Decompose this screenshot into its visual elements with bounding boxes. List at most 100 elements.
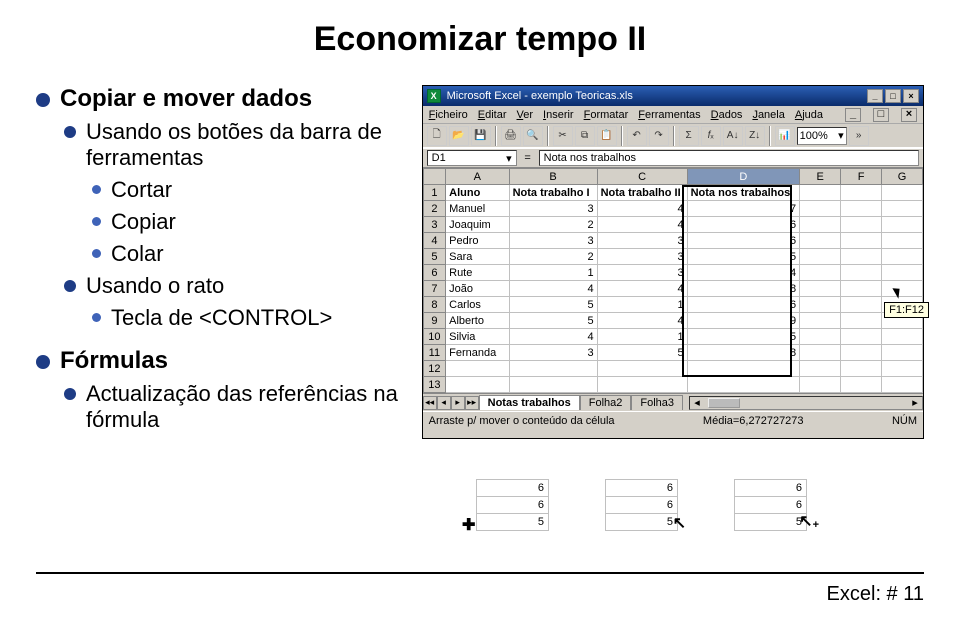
window-titlebar[interactable]: Microsoft Excel - exemplo Teoricas.xls _…: [423, 86, 923, 106]
cell[interactable]: [687, 361, 800, 377]
col-G[interactable]: G: [882, 169, 923, 185]
cell[interactable]: 1: [509, 265, 597, 281]
cell[interactable]: [841, 217, 882, 233]
cell[interactable]: Aluno: [446, 185, 509, 201]
cell[interactable]: 4: [597, 217, 687, 233]
cell[interactable]: [882, 265, 923, 281]
name-box[interactable]: D1▾: [427, 150, 517, 166]
cell[interactable]: Nota nos trabalhos: [687, 185, 800, 201]
sheet-tab-3[interactable]: Folha3: [631, 395, 683, 410]
col-F[interactable]: F: [841, 169, 882, 185]
cell[interactable]: 4: [597, 281, 687, 297]
print-icon[interactable]: 🖨: [501, 126, 521, 146]
cell[interactable]: 8: [687, 345, 800, 361]
cell[interactable]: [800, 329, 841, 345]
cell[interactable]: 3: [597, 249, 687, 265]
row-header[interactable]: 7: [423, 281, 446, 297]
chart-icon[interactable]: 📊: [775, 126, 795, 146]
row-header[interactable]: 2: [423, 201, 446, 217]
cell[interactable]: [882, 201, 923, 217]
close-button[interactable]: ×: [903, 89, 919, 103]
row-header[interactable]: 5: [423, 249, 446, 265]
menu-ferramentas[interactable]: Ferramentas: [638, 109, 700, 121]
cell[interactable]: [882, 377, 923, 393]
sum-icon[interactable]: Σ: [679, 126, 699, 146]
spreadsheet-grid[interactable]: A B C D E F G 1AlunoNota trabalho INota …: [423, 168, 923, 393]
menu-formatar[interactable]: Formatar: [584, 109, 629, 121]
cell[interactable]: [882, 249, 923, 265]
cell[interactable]: [800, 233, 841, 249]
table-row[interactable]: 2Manuel347: [423, 201, 922, 217]
inner-minimize-button[interactable]: _: [845, 108, 861, 122]
cell[interactable]: 3: [509, 201, 597, 217]
cut-icon[interactable]: ✂: [553, 126, 573, 146]
cell[interactable]: [800, 377, 841, 393]
open-icon[interactable]: 📂: [449, 126, 469, 146]
table-row[interactable]: 10Silvia415: [423, 329, 922, 345]
cell[interactable]: Nota trabalho I: [509, 185, 597, 201]
tab-nav-last[interactable]: ▸▸: [465, 396, 479, 410]
tab-nav-next[interactable]: ▸: [451, 396, 465, 410]
sheet-tab-2[interactable]: Folha2: [580, 395, 632, 410]
row-header[interactable]: 8: [423, 297, 446, 313]
column-headers[interactable]: A B C D E F G: [423, 169, 922, 185]
row-header[interactable]: 11: [423, 345, 446, 361]
copy-icon[interactable]: ⧉: [575, 126, 595, 146]
toolbar[interactable]: 🗋 📂 💾 🖨 🔍 ✂ ⧉ 📋 ↶ ↷ Σ fₓ A↓ Z↓ 📊: [423, 124, 923, 148]
row-header[interactable]: 12: [423, 361, 446, 377]
menu-ver[interactable]: Ver: [517, 109, 534, 121]
cell[interactable]: Joaquim: [446, 217, 509, 233]
sheet-tab-bar[interactable]: ◂◂ ◂ ▸ ▸▸ Notas trabalhos Folha2 Folha3 …: [423, 393, 923, 411]
row-header[interactable]: 13: [423, 377, 446, 393]
cell[interactable]: [841, 249, 882, 265]
cell[interactable]: Pedro: [446, 233, 509, 249]
cell[interactable]: [882, 233, 923, 249]
cell[interactable]: [800, 345, 841, 361]
cell[interactable]: [841, 233, 882, 249]
table-row[interactable]: 1AlunoNota trabalho INota trabalho IINot…: [423, 185, 922, 201]
save-icon[interactable]: 💾: [471, 126, 491, 146]
cell[interactable]: [800, 361, 841, 377]
cell[interactable]: 5: [509, 313, 597, 329]
cell[interactable]: [800, 297, 841, 313]
cell[interactable]: Carlos: [446, 297, 509, 313]
cell[interactable]: [800, 281, 841, 297]
col-C[interactable]: C: [597, 169, 687, 185]
menubar[interactable]: Ficheiro Editar Ver Inserir Formatar Fer…: [423, 106, 923, 124]
cell[interactable]: [882, 329, 923, 345]
cell[interactable]: 4: [687, 265, 800, 281]
cell[interactable]: [841, 329, 882, 345]
cell[interactable]: [800, 201, 841, 217]
preview-icon[interactable]: 🔍: [523, 126, 543, 146]
cell[interactable]: 6: [687, 233, 800, 249]
menu-editar[interactable]: Editar: [478, 109, 507, 121]
more-icon[interactable]: »: [849, 126, 869, 146]
cell[interactable]: [841, 361, 882, 377]
cell[interactable]: 5: [597, 345, 687, 361]
row-header[interactable]: 9: [423, 313, 446, 329]
sheet-tab-1[interactable]: Notas trabalhos: [479, 395, 580, 410]
cell[interactable]: 3: [509, 345, 597, 361]
row-header[interactable]: 10: [423, 329, 446, 345]
formula-bar[interactable]: D1▾ = Nota nos trabalhos: [423, 148, 923, 168]
cell[interactable]: 5: [687, 249, 800, 265]
cell[interactable]: [509, 361, 597, 377]
cell[interactable]: [446, 377, 509, 393]
cell[interactable]: [882, 361, 923, 377]
cell[interactable]: [446, 361, 509, 377]
cell[interactable]: [800, 217, 841, 233]
tab-nav-first[interactable]: ◂◂: [423, 396, 437, 410]
cell[interactable]: 5: [687, 329, 800, 345]
row-header[interactable]: 6: [423, 265, 446, 281]
cell[interactable]: 8: [687, 281, 800, 297]
cell[interactable]: [841, 313, 882, 329]
row-header[interactable]: 4: [423, 233, 446, 249]
cell[interactable]: Silvia: [446, 329, 509, 345]
cell[interactable]: [882, 217, 923, 233]
cell[interactable]: [841, 377, 882, 393]
cell[interactable]: 3: [597, 265, 687, 281]
table-row[interactable]: 4Pedro336: [423, 233, 922, 249]
cell[interactable]: Alberto: [446, 313, 509, 329]
table-row[interactable]: 6Rute134: [423, 265, 922, 281]
cell[interactable]: 3: [597, 233, 687, 249]
